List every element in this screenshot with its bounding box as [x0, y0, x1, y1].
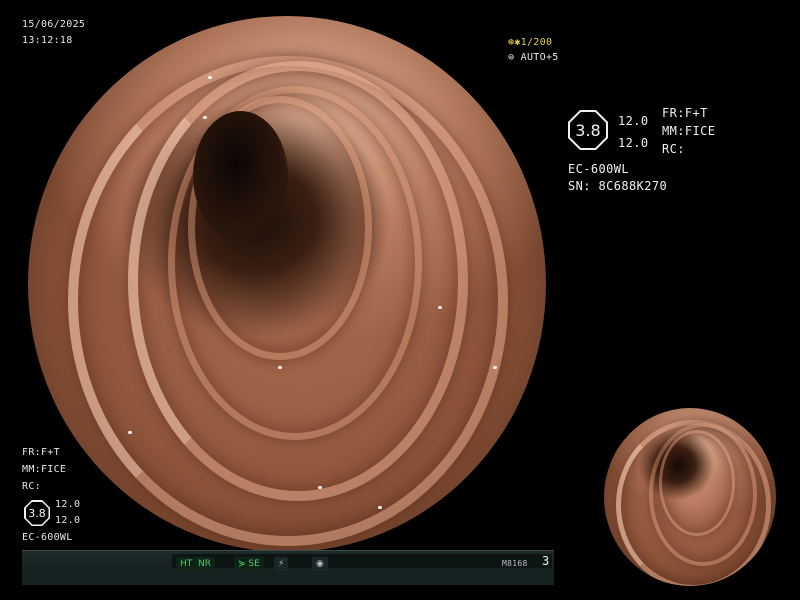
- page-number: 3: [542, 554, 550, 568]
- specular-highlight: [318, 486, 322, 489]
- capture-date: 15/06/2025: [22, 19, 86, 30]
- octagon-badge: 3.8: [568, 110, 608, 150]
- scope-serial: SN: 8C688K270: [568, 179, 668, 193]
- specular-highlight: [203, 116, 207, 119]
- colon-lumen: [193, 111, 288, 241]
- endoscope-main-view: [28, 16, 546, 552]
- left-measure-mode: MM:FICE: [22, 464, 67, 475]
- lightning-icon: ⚡: [274, 557, 289, 571]
- se-label: SE: [248, 559, 260, 569]
- se-indicator: ⋟ SE: [234, 557, 264, 571]
- measure-mode: MM:FICE: [662, 124, 716, 138]
- specular-highlight: [438, 306, 442, 309]
- shutter-readout: ⊛✱1/200: [508, 36, 552, 49]
- left-octagon-badge: 3.8: [24, 500, 50, 526]
- specular-highlight: [278, 366, 282, 369]
- status-row: HT NR ⋟ SE ⚡ ◉ M8168 3: [172, 554, 552, 571]
- exposure-readout: ⊜ AUTO+5: [508, 51, 559, 64]
- thumbnail-fold-deep: [659, 430, 735, 536]
- nr-indicator: NR: [194, 557, 215, 571]
- value-bottom: 12.0: [618, 136, 649, 150]
- record-icon: ◉: [312, 557, 328, 571]
- left-scope-model: EC-600WL: [22, 532, 73, 543]
- endoscope-thumbnail[interactable]: [604, 408, 776, 586]
- left-value-bottom: 12.0: [55, 515, 81, 526]
- specular-highlight: [493, 366, 497, 369]
- status-subbar: [22, 571, 554, 585]
- left-value-top: 12.0: [55, 499, 81, 510]
- shutter-value: 1/200: [520, 37, 553, 48]
- specular-highlight: [378, 506, 382, 509]
- frame-mode: FR:F+T: [662, 106, 708, 120]
- exposure-value: AUTO+5: [520, 52, 559, 63]
- rc-label: RC:: [662, 142, 685, 156]
- left-rc-label: RC:: [22, 481, 41, 492]
- capture-time: 13:12:18: [22, 35, 73, 46]
- left-frame-mode: FR:F+T: [22, 447, 60, 458]
- device-code: M8168: [502, 559, 528, 568]
- status-bar: HT NR ⋟ SE ⚡ ◉ M8168 3: [22, 550, 554, 585]
- specular-highlight: [208, 76, 212, 79]
- enhance-icon: ⋟: [238, 559, 246, 569]
- octagon-value: 3.8: [570, 112, 606, 148]
- left-octagon-value: 3.8: [25, 501, 49, 525]
- exposure-icon: ⊜: [508, 52, 515, 63]
- scope-model: EC-600WL: [568, 162, 629, 176]
- value-top: 12.0: [618, 114, 649, 128]
- specular-highlight: [128, 431, 132, 434]
